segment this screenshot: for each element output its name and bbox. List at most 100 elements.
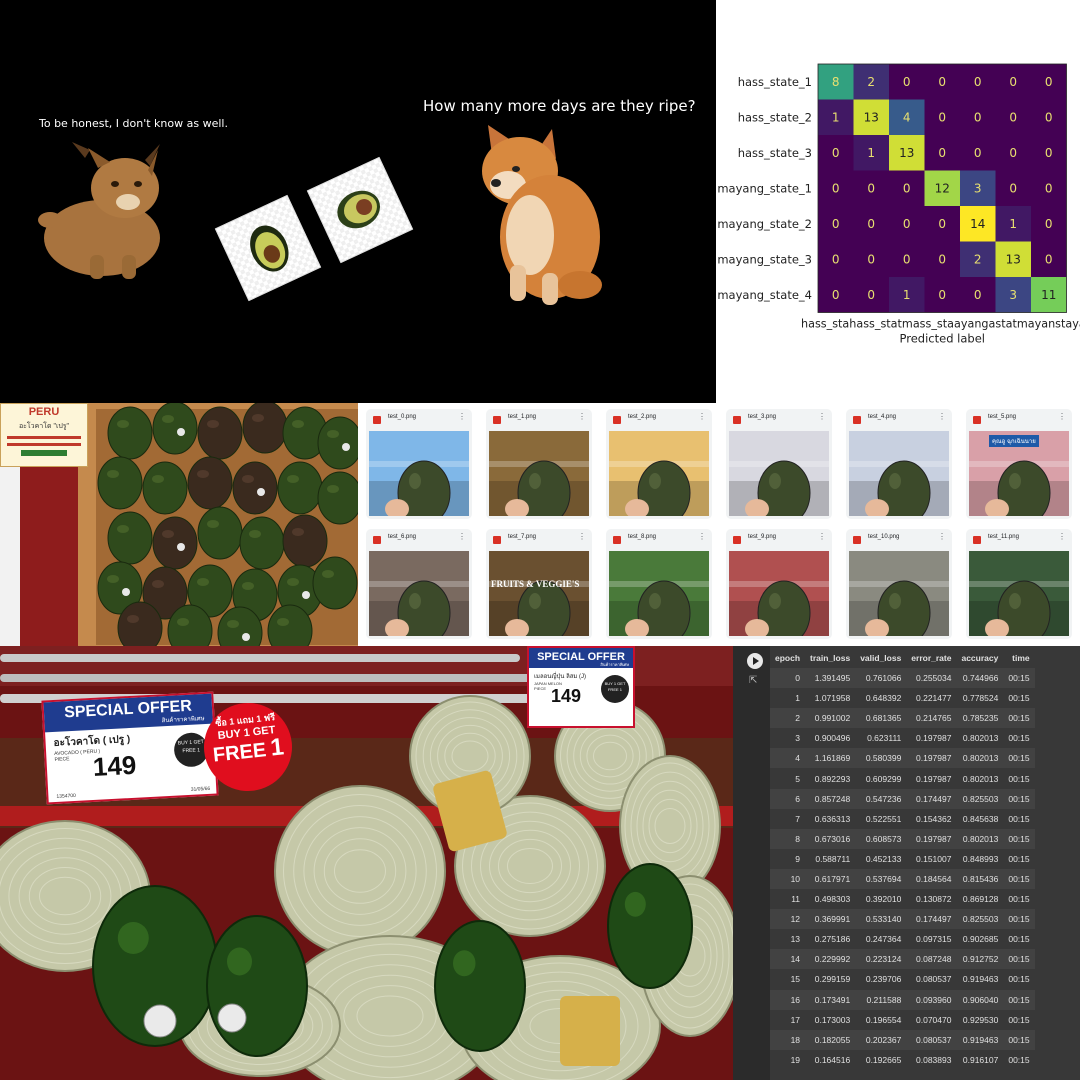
table-cell: 0.197987 [906,828,957,849]
thumbnail-card[interactable]: test_11.png ⋮ [966,529,1072,639]
thumbnail-filename: test_9.png [748,534,777,540]
table-cell: 0.929530 [956,1009,1004,1030]
thumbnail-card[interactable]: test_7.png ⋮ FRUITS & VEGGIE'S [486,529,592,639]
table-cell: 00:15 [1003,828,1035,849]
more-options-icon[interactable]: ⋮ [578,412,586,421]
thumbnail-header: test_4.png ⋮ [846,409,952,431]
thumbnail-card[interactable]: test_8.png ⋮ [606,529,712,639]
more-options-icon[interactable]: ⋮ [578,532,586,541]
more-options-icon[interactable]: ⋮ [818,532,826,541]
more-options-icon[interactable]: ⋮ [818,412,826,421]
table-header-row: epoch train_loss valid_loss error_rate accur… [770,648,1035,668]
more-options-icon[interactable]: ⋮ [1058,412,1066,421]
table-cell: 0.547236 [855,788,907,809]
table-cell: 00:15 [1003,848,1035,869]
cm-cell-value: 0 [1045,110,1053,124]
cm-cell-value: 0 [1045,217,1053,231]
image-file-icon [733,416,741,424]
thumbnail-card[interactable]: test_9.png ⋮ [726,529,832,639]
more-options-icon[interactable]: ⋮ [1058,532,1066,541]
table-cell: 0.223124 [855,949,907,970]
table-cell: 0.778524 [956,688,1004,709]
run-cell-icon[interactable] [747,653,763,669]
table-cell: 0.648392 [855,688,907,709]
more-options-icon[interactable]: ⋮ [938,532,946,541]
table-cell: 0.087248 [906,949,957,970]
cm-cell-value: 0 [974,110,982,124]
thumbnail-filename: test_3.png [748,414,777,420]
table-row: 14 0.229992 0.223124 0.087248 0.912752 00:15 [770,949,1035,970]
table-cell: 0.130872 [906,889,957,910]
table-cell: 0.452133 [855,848,907,869]
column-header: accuracy [961,653,999,663]
table-cell: 0.761066 [855,668,907,689]
table-cell: 00:15 [1003,688,1035,709]
thumbnail-filename: test_4.png [868,414,897,420]
table-cell: 0.173003 [805,1009,856,1030]
more-options-icon[interactable]: ⋮ [458,412,466,421]
output-icon: ⇱ [749,675,758,686]
cm-cell-value: 4 [903,110,911,124]
table-cell: 0.083893 [906,1049,957,1070]
table-cell: 0.202367 [855,1029,907,1050]
image-file-icon [853,416,861,424]
table-cell: 00:15 [1003,989,1035,1010]
table-cell: 0.174497 [906,909,957,930]
more-options-icon[interactable]: ⋮ [458,532,466,541]
cheems-dog-image [482,125,602,305]
table-cell: 0.845638 [956,808,1004,829]
table-cell: 0.916107 [956,1049,1004,1070]
thumbnail-image [849,431,949,516]
meme-caption-left: To be honest, I don't know as well. [39,117,228,130]
avocado-card-whole [306,156,414,264]
cm-cell-value: 0 [974,288,982,302]
cm-cell-value: 12 [935,181,950,195]
thumbnail-card[interactable]: test_6.png ⋮ [366,529,472,639]
table-cell: 0.070470 [906,1009,957,1030]
table-cell: 1.391495 [805,668,856,689]
cm-cell-value: 1 [903,288,911,302]
table-row: 0 1.391495 0.761066 0.255034 0.744966 00:15 [770,668,1035,689]
thumbnail-card[interactable]: test_1.png ⋮ [486,409,592,519]
thumbnail-card[interactable]: test_0.png ⋮ [366,409,472,519]
thumbnail-image [729,431,829,516]
cm-cell-value: 0 [867,217,875,231]
thumbnail-card[interactable]: test_5.png ⋮ คุณอู ฉุกเฉินนาย [966,409,1072,519]
table-cell: 0.912752 [956,949,1004,970]
table-cell: 0.498303 [805,889,856,910]
table-cell: 0.522551 [855,808,907,829]
cm-cell-value: 0 [974,75,982,89]
more-options-icon[interactable]: ⋮ [698,532,706,541]
table-cell: 0.673016 [805,828,856,849]
column-header: error_rate [911,653,952,663]
table-cell: 0.900496 [805,728,856,749]
cm-cell-value: 0 [1045,146,1053,160]
thumbnail-card[interactable]: test_4.png ⋮ [846,409,952,519]
special-offer-tag-avocado: SPECIAL OFFER สินค้าราคาพิเศษ อะโวคาโด (… [41,691,219,805]
more-options-icon[interactable]: ⋮ [938,412,946,421]
table-cell: 13 [770,929,806,950]
thumbnail-card[interactable]: test_2.png ⋮ [606,409,712,519]
table-cell: 5 [770,768,806,789]
special-offer-sub-2: สินค้าราคาพิเศษ [600,662,629,667]
table-cell: 0.609299 [855,768,907,789]
table-cell: 00:15 [1003,909,1035,930]
cm-cell-value: 0 [903,181,911,195]
thumbnail-image [729,551,829,636]
thumbnail-card[interactable]: test_3.png ⋮ [726,409,832,519]
cm-cell-value: 0 [903,217,911,231]
table-cell: 0.580399 [855,748,907,769]
special-offer-sub: สินค้าราคาพิเศษ [161,716,205,725]
table-cell: 0.537694 [855,868,907,890]
image-file-icon [373,536,381,544]
table-cell: 16 [770,989,806,1010]
table-row: 18 0.182055 0.202367 0.080537 0.919463 00:15 [770,1029,1035,1050]
table-cell: 2 [770,708,806,729]
table-row: 8 0.673016 0.608573 0.197987 0.802013 00:15 [770,828,1035,849]
thumbnail-card[interactable]: test_10.png ⋮ [846,529,952,639]
table-cell: 00:15 [1003,969,1035,990]
cm-cell-value: 0 [832,217,840,231]
more-options-icon[interactable]: ⋮ [698,412,706,421]
table-cell: 0.533140 [855,909,907,930]
thumbnail-header: test_10.png ⋮ [846,529,952,551]
